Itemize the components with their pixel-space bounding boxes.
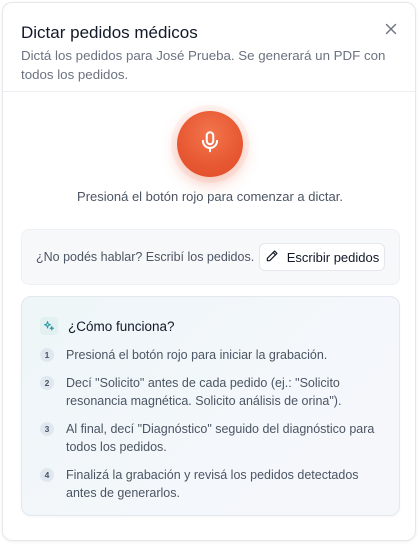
step-item: 2 Decí "Solicito" antes de cada pedido (… <box>40 374 385 411</box>
step-item: 3 Al final, decí "Diagnóstico" seguido d… <box>40 420 385 457</box>
step-text: Al final, decí "Diagnóstico" seguido del… <box>66 421 375 455</box>
step-number: 3 <box>40 421 54 436</box>
write-orders-button[interactable]: Escribir pedidos <box>259 243 385 271</box>
step-text: Finalizá la grabación y revisá los pedid… <box>66 467 359 501</box>
dialog-subtitle: Dictá los pedidos para José Prueba. Se g… <box>21 48 386 82</box>
pencil-icon <box>265 249 279 266</box>
record-hint: Presioná el botón rojo para comenzar a d… <box>77 189 343 204</box>
steps-list: 1 Presioná el botón rojo para iniciar la… <box>40 346 385 512</box>
record-button[interactable] <box>177 111 243 177</box>
how-it-works-header: ¿Cómo funciona? <box>40 317 175 335</box>
dialog-title: Dictar pedidos médicos <box>21 23 198 42</box>
write-orders-label: Escribir pedidos <box>286 249 380 265</box>
dialog-header: Dictar pedidos médicos Dictá los pedidos… <box>3 3 415 92</box>
step-item: 4 Finalizá la grabación y revisá los ped… <box>40 466 385 503</box>
how-it-works-title: ¿Cómo funciona? <box>68 318 175 334</box>
step-item: 1 Presioná el botón rojo para iniciar la… <box>40 346 385 365</box>
dictation-dialog: Dictar pedidos médicos Dictá los pedidos… <box>2 2 416 541</box>
step-number: 2 <box>40 375 54 390</box>
microphone-icon <box>197 129 223 160</box>
step-text: Decí "Solicito" antes de cada pedido (ej… <box>66 375 342 409</box>
write-question: ¿No podés hablar? Escribí los pedidos. <box>36 250 255 264</box>
close-icon <box>385 22 397 40</box>
how-it-works-panel: ¿Cómo funciona? 1 Presioná el botón rojo… <box>21 296 400 516</box>
step-number: 4 <box>40 467 54 482</box>
close-button[interactable] <box>381 21 401 41</box>
step-text: Presioná el botón rojo para iniciar la g… <box>66 348 328 362</box>
step-number: 1 <box>40 348 54 362</box>
sparkles-icon <box>40 317 58 335</box>
write-alternative: ¿No podés hablar? Escribí los pedidos. E… <box>21 229 400 285</box>
